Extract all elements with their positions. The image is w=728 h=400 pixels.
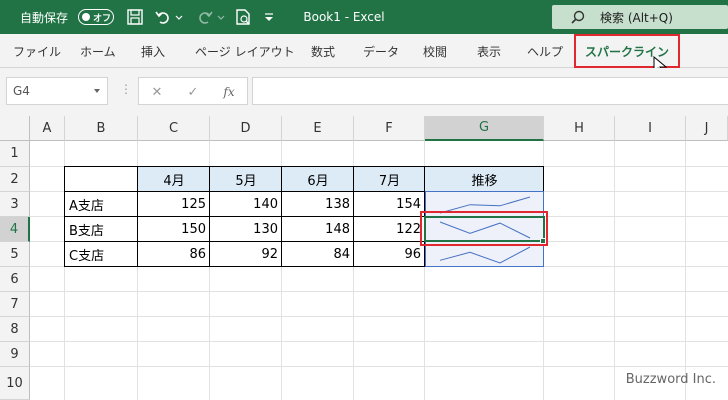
redo-icon[interactable] (196, 8, 214, 26)
tab-help[interactable]: ヘルプ (527, 34, 563, 68)
column-header-f[interactable]: F (354, 116, 425, 141)
table-border (281, 166, 282, 267)
row-header-7[interactable]: 7 (0, 292, 30, 317)
formula-bar-area: G4 ⋮ ✕ ✓ fx (0, 68, 728, 116)
row-header-9[interactable]: 9 (0, 342, 30, 367)
table-row-label[interactable]: B支店 (65, 217, 138, 242)
table-header-month[interactable]: 5月 (210, 167, 282, 192)
table-corner-cell[interactable] (65, 167, 138, 192)
table-cell-value[interactable]: 150 (138, 217, 210, 242)
table-cell-value[interactable]: 154 (354, 192, 425, 217)
table-cell-value[interactable]: 130 (210, 217, 282, 242)
column-header-g[interactable]: G (425, 116, 544, 141)
sparkline-series (439, 246, 531, 264)
table-cell-value[interactable]: 84 (282, 242, 354, 267)
gridline (30, 316, 728, 317)
table-cell-value[interactable]: 140 (210, 192, 282, 217)
column-header-b[interactable]: B (65, 116, 138, 141)
row-header-3[interactable]: 3 (0, 192, 30, 217)
table-cell-value[interactable]: 122 (354, 217, 425, 242)
formula-input[interactable] (252, 77, 728, 105)
search-label: 検索 (Alt+Q) (600, 10, 673, 25)
column-header-c[interactable]: C (138, 116, 210, 141)
undo-icon[interactable] (154, 8, 172, 26)
name-box-value: G4 (13, 84, 30, 98)
select-all-button[interactable] (0, 116, 30, 141)
column-header-h[interactable]: H (544, 116, 615, 141)
table-border (209, 166, 210, 267)
column-header-i[interactable]: I (615, 116, 686, 141)
table-row-label[interactable]: A支店 (65, 192, 138, 217)
table-cell-value[interactable]: 138 (282, 192, 354, 217)
table-header-trend[interactable]: 推移 (425, 167, 544, 192)
highlight-box (420, 211, 548, 246)
enter-icon[interactable]: ✓ (185, 84, 201, 100)
insert-function-icon[interactable]: fx (221, 84, 237, 100)
row-header-10[interactable]: 10 (0, 367, 30, 400)
tab-data[interactable]: データ (363, 34, 399, 68)
search-box[interactable]: 検索 (Alt+Q) (552, 5, 728, 29)
title-bar: 自動保存 オフ Book1 - Excel 検索 (Alt+Q) (0, 0, 728, 34)
toggle-knob-icon (82, 13, 90, 21)
table-cell-value[interactable]: 125 (138, 192, 210, 217)
gridline (30, 366, 728, 367)
cancel-icon[interactable]: ✕ (149, 84, 165, 100)
table-header-month[interactable]: 4月 (138, 167, 210, 192)
autosave-label: 自動保存 (20, 10, 69, 25)
chevron-down-icon[interactable] (93, 87, 101, 95)
redo-dropdown-icon[interactable] (216, 8, 226, 26)
autosave-state: オフ (93, 13, 112, 24)
table-cell-value[interactable]: 86 (138, 242, 210, 267)
row-header-1[interactable]: 1 (0, 141, 30, 167)
row-header-4[interactable]: 4 (0, 217, 30, 242)
tab-file[interactable]: ファイル (13, 34, 61, 68)
gridline (30, 341, 728, 342)
column-header-a[interactable]: A (30, 116, 65, 141)
tab-formulas[interactable]: 数式 (311, 34, 335, 68)
save-icon[interactable] (126, 8, 144, 26)
table-border (64, 166, 65, 267)
column-header-e[interactable]: E (282, 116, 354, 141)
formula-buttons: ✕ ✓ fx (138, 77, 248, 105)
table-header-month[interactable]: 7月 (354, 167, 425, 192)
autosave-toggle[interactable]: オフ (78, 9, 114, 25)
name-box[interactable]: G4 (6, 77, 108, 105)
search-icon (571, 10, 585, 24)
table-row-label[interactable]: C支店 (65, 242, 138, 267)
formula-bar-grip-icon[interactable]: ⋮ (120, 82, 132, 100)
table-border (137, 166, 138, 267)
row-header-2[interactable]: 2 (0, 167, 30, 192)
print-preview-icon[interactable] (234, 8, 252, 26)
row-header-8[interactable]: 8 (0, 317, 30, 342)
table-cell-value[interactable]: 96 (354, 242, 425, 267)
table-cell-value[interactable]: 92 (210, 242, 282, 267)
column-header-j[interactable]: J (686, 116, 728, 141)
tab-home[interactable]: ホーム (80, 34, 116, 68)
column-header-d[interactable]: D (210, 116, 282, 141)
worksheet-grid[interactable]: A B C D E F G H I J 1 2 3 4 5 6 7 8 9 10 4月 5月 6月 7月 推移 A支店 125 140… (0, 116, 728, 400)
tab-review[interactable]: 校閲 (423, 34, 447, 68)
table-cell-value[interactable]: 148 (282, 217, 354, 242)
row-header-6[interactable]: 6 (0, 267, 30, 292)
tab-insert[interactable]: 挿入 (141, 34, 165, 68)
excel-window: 自動保存 オフ Book1 - Excel 検索 (Alt+Q) ファイル ホー… (0, 0, 728, 400)
row-header-5[interactable]: 5 (0, 242, 30, 267)
tab-page-layout[interactable]: ページ レイアウト (195, 34, 295, 68)
gridline (685, 141, 686, 400)
watermark: Buzzword Inc. (625, 372, 716, 387)
gridline (614, 141, 615, 400)
tab-view[interactable]: 表示 (477, 34, 501, 68)
table-border (353, 166, 354, 267)
ribbon-tabs: ファイル ホーム 挿入 ページ レイアウト 数式 データ 校閲 表示 ヘルプ ス… (0, 34, 728, 68)
customize-qat-icon[interactable] (262, 8, 276, 26)
gridline (30, 291, 728, 292)
table-header-month[interactable]: 6月 (282, 167, 354, 192)
sparkline[interactable] (430, 243, 540, 267)
undo-dropdown-icon[interactable] (174, 8, 184, 26)
